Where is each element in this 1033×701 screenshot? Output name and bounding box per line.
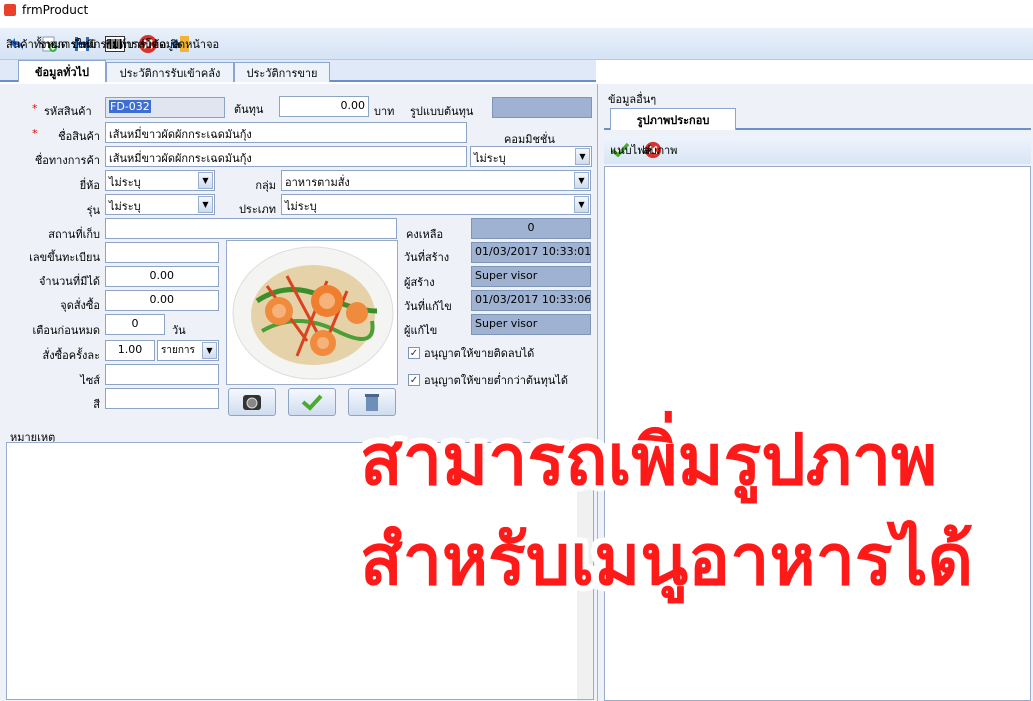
- product-name-input[interactable]: เส้นหมี่ขาวผัดผักกระเฉดมันกุ้ง: [105, 122, 467, 143]
- print-barcode-button[interactable]: พิมพ์บาร์โค้ด: [105, 31, 166, 57]
- promo-line-2: สำหรับเมนูอาหารได้: [360, 519, 974, 601]
- trade-name-input[interactable]: เส้นหมี่ขาวผัดผักกระเฉดมันกุ้ง: [105, 146, 467, 167]
- storage-label: สถานที่เก็บ: [48, 228, 100, 241]
- product-name-label: ชื่อสินค้า: [58, 130, 100, 143]
- window-title: frmProduct: [22, 3, 89, 17]
- baht-label: บาท: [374, 105, 395, 118]
- registration-input[interactable]: [105, 242, 219, 263]
- product-image: [226, 240, 398, 385]
- color-label: สี: [93, 398, 100, 411]
- expiry-warn-label: เตือนก่อนหมด: [32, 324, 100, 337]
- checkmark-icon: [301, 394, 323, 411]
- cost-label: ต้นทุน: [234, 103, 264, 116]
- main-toolbar: สินค้าทั้งหมด รายการใหม่ บันทึกรายการ พิ…: [0, 28, 1033, 60]
- new-item-button[interactable]: รายการใหม่: [39, 31, 96, 57]
- checkmark-icon: ✓: [408, 347, 420, 359]
- required-mark: *: [32, 102, 38, 115]
- attach-file-button[interactable]: แนบไฟล์: [610, 137, 652, 163]
- checkmark-icon: ✓: [408, 374, 420, 386]
- order-per-time-input[interactable]: 1.00: [105, 340, 155, 361]
- reorder-point-label: จุดสั่งซื้อ: [60, 299, 100, 312]
- app-icon: [4, 4, 16, 16]
- group-label: กลุ่ม: [255, 179, 276, 192]
- product-code-label: รหัสสินค้า: [44, 105, 92, 118]
- brand-dropdown[interactable]: ไม่ระบุ ▼: [105, 170, 215, 191]
- chevron-down-icon[interactable]: ▼: [202, 342, 217, 359]
- image-toolbar: แนบไฟล์ ลบภาพ: [604, 136, 1031, 164]
- brand-label: ยี่ห้อ: [79, 179, 100, 192]
- all-products-button[interactable]: สินค้าทั้งหมด: [6, 31, 68, 57]
- save-item-button[interactable]: บันทึกรายการ: [72, 31, 138, 57]
- main-tabs: ข้อมูลทั่วไป ประวัติการรับเข้าคลัง ประวั…: [0, 60, 596, 82]
- expiry-warn-input[interactable]: 0: [105, 314, 165, 335]
- type-label: ประเภท: [238, 203, 276, 216]
- chevron-down-icon[interactable]: ▼: [574, 172, 589, 189]
- color-input[interactable]: [105, 388, 219, 409]
- created-date-field: 01/03/2017 10:33:01: [471, 242, 591, 263]
- modifier-label: ผู้แก้ไข: [404, 324, 438, 337]
- order-unit-dropdown[interactable]: รายการ ▼: [157, 340, 219, 361]
- registration-label: เลขขึ้นทะเบียน: [29, 251, 100, 264]
- allow-below-cost-checkbox[interactable]: ✓ อนุญาตให้ขายต่ำกว่าต้นทุนได้: [408, 371, 568, 389]
- delete-data-button[interactable]: ลบข้อมูล: [138, 31, 180, 57]
- model-label: รุ่น: [86, 204, 100, 217]
- cost-format-field: [492, 97, 592, 118]
- tab-sales-history[interactable]: ประวัติการขาย: [234, 62, 330, 82]
- reorder-point-input[interactable]: 0.00: [105, 290, 219, 311]
- cost-input[interactable]: 0.00: [279, 96, 369, 117]
- creator-field: Super visor: [471, 266, 591, 287]
- cost-format-label: รูปแบบต้นทุน: [410, 105, 474, 118]
- creator-label: ผู้สร้าง: [404, 276, 435, 289]
- promo-overlay: สามารถเพิ่มรูปภาพ สำหรับเมนูอาหารได้: [360, 410, 1000, 610]
- chevron-down-icon[interactable]: ▼: [198, 172, 213, 189]
- chevron-down-icon[interactable]: ▼: [575, 148, 590, 165]
- camera-icon: [243, 395, 261, 410]
- qty-available-input[interactable]: 0.00: [105, 266, 219, 287]
- size-input[interactable]: [105, 364, 219, 385]
- allow-negative-checkbox[interactable]: ✓ อนุญาตให้ขายติดลบได้: [408, 344, 534, 362]
- remaining-label: คงเหลือ: [406, 228, 444, 241]
- camera-button[interactable]: [228, 388, 276, 416]
- remaining-field: 0: [471, 218, 591, 239]
- tab-general-info[interactable]: ข้อมูลทั่วไป: [18, 60, 106, 82]
- storage-input[interactable]: [105, 218, 397, 239]
- trade-name-label: ชื่อทางการค้า: [34, 154, 100, 167]
- size-label: ไซส์: [80, 374, 100, 387]
- type-dropdown[interactable]: ไม่ระบุ ▼: [281, 194, 591, 215]
- chevron-down-icon[interactable]: ▼: [574, 196, 589, 213]
- confirm-image-button[interactable]: [288, 388, 336, 416]
- group-dropdown[interactable]: อาหารตามสั่ง ▼: [281, 170, 591, 191]
- delete-picture-button[interactable]: ลบภาพ: [643, 137, 677, 163]
- order-per-time-label: สั่งซื้อครั้งละ: [42, 349, 100, 362]
- model-dropdown[interactable]: ไม่ระบุ ▼: [105, 194, 215, 215]
- other-info-title: ข้อมูลอื่นๆ: [608, 93, 657, 106]
- chevron-down-icon[interactable]: ▼: [198, 196, 213, 213]
- commission-dropdown[interactable]: ไม่ระบุ ▼: [470, 146, 592, 167]
- tab-receipt-history[interactable]: ประวัติการรับเข้าคลัง: [106, 62, 234, 82]
- promo-line-1: สามารถเพิ่มรูปภาพ: [360, 419, 938, 501]
- modified-date-label: วันที่แก้ไข: [404, 300, 452, 313]
- modifier-field: Super visor: [471, 314, 591, 335]
- qty-available-label: จำนวนที่มีได้: [38, 275, 100, 288]
- modified-date-field: 01/03/2017 10:33:06: [471, 290, 591, 311]
- days-label: วัน: [172, 324, 186, 337]
- close-page-button[interactable]: ปิดหน้าจอ: [171, 31, 219, 57]
- other-info-tabs: รูปภาพประกอบ: [604, 108, 1031, 130]
- required-mark: *: [32, 127, 38, 140]
- created-date-label: วันที่สร้าง: [404, 251, 450, 264]
- tab-images[interactable]: รูปภาพประกอบ: [610, 108, 736, 130]
- window-titlebar: frmProduct: [0, 0, 1033, 20]
- product-code-input[interactable]: FD-032: [105, 97, 225, 118]
